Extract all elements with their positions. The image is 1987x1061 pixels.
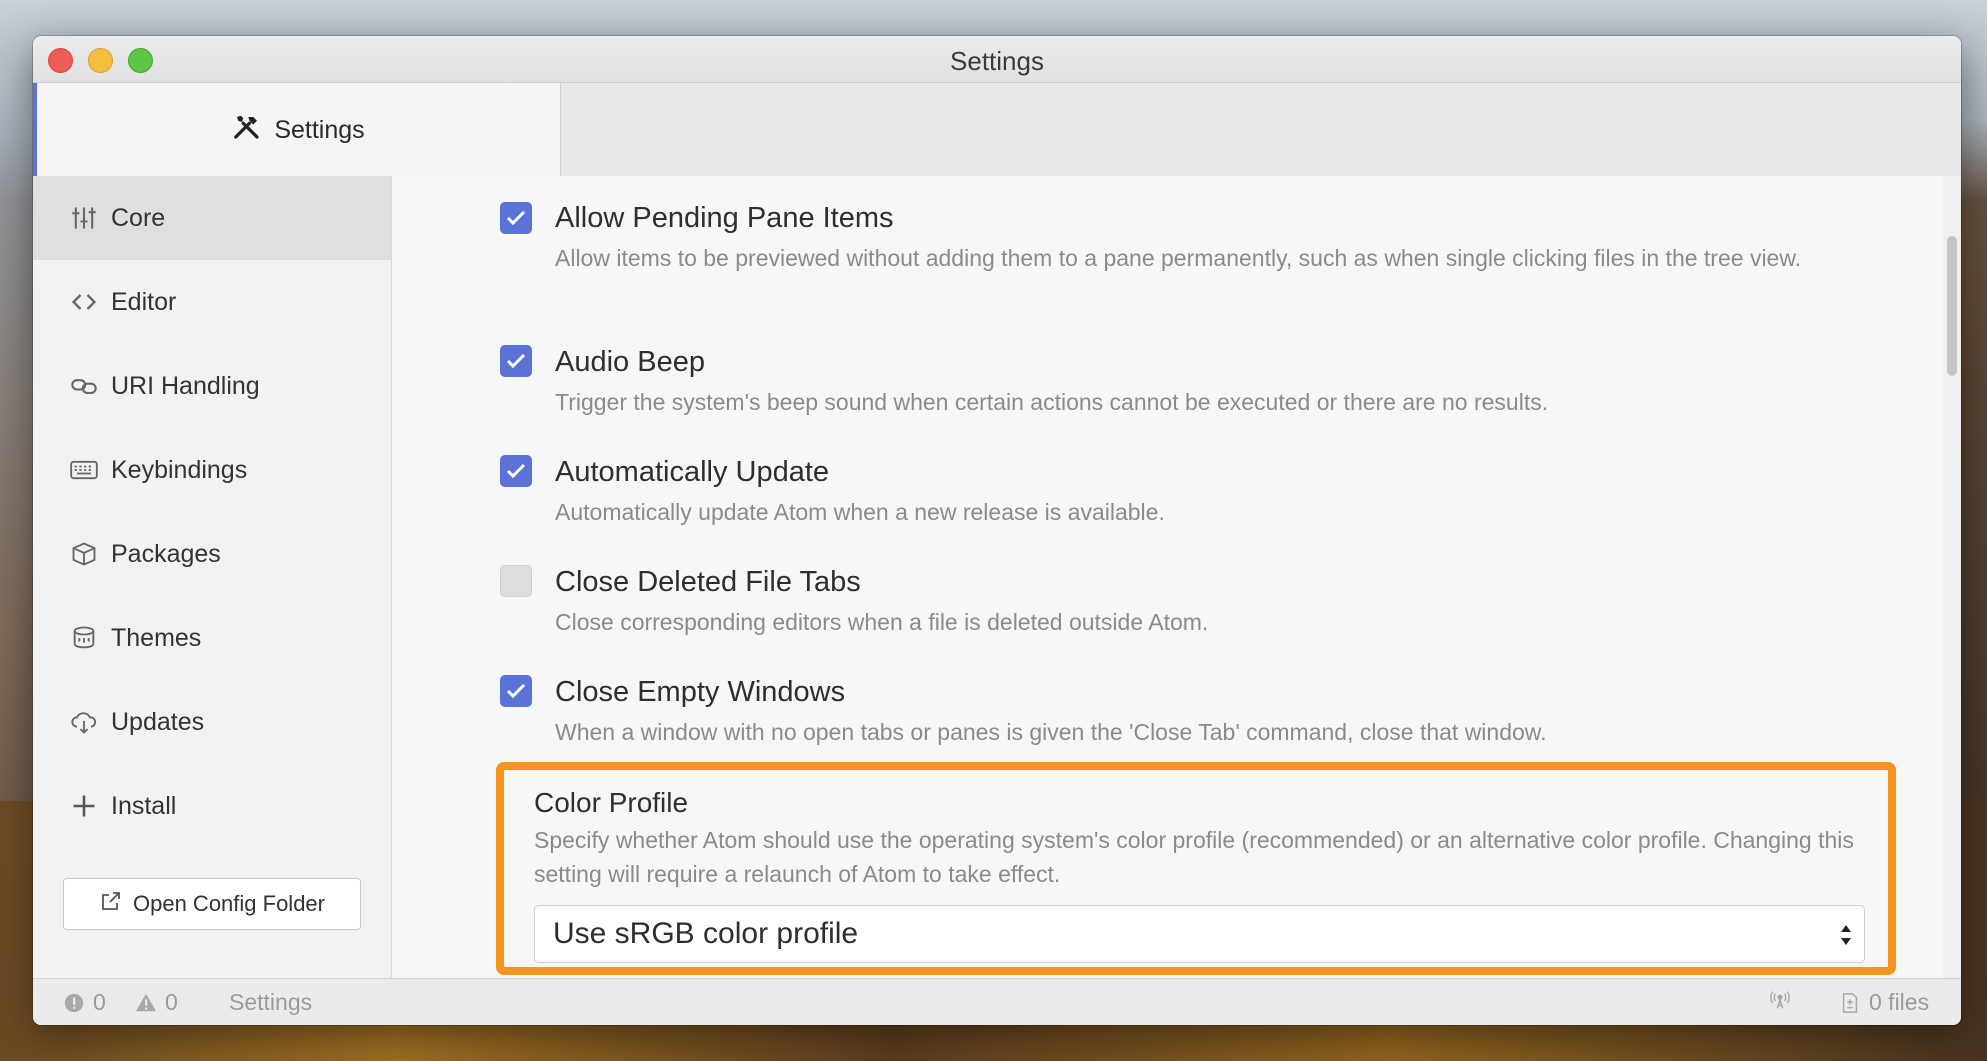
- open-config-folder-button[interactable]: Open Config Folder: [63, 878, 361, 930]
- select-arrows-icon: [1841, 925, 1851, 945]
- warning-count[interactable]: 0: [135, 989, 178, 1016]
- sidebar-item-core[interactable]: Core: [33, 176, 391, 260]
- paintcan-icon: [69, 623, 99, 653]
- error-icon: [64, 993, 84, 1012]
- content-scrollbar[interactable]: [1943, 176, 1961, 978]
- checkbox-audio-beep[interactable]: [500, 345, 532, 377]
- warning-count-value: 0: [165, 989, 178, 1015]
- git-files-count: 0 files: [1869, 989, 1930, 1015]
- setting-description: Allow items to be previewed without addi…: [555, 245, 1802, 271]
- setting-title: Close Empty Windows: [555, 676, 846, 708]
- setting-description: When a window with no open tabs or panes…: [555, 719, 1547, 745]
- checkmark-icon: [506, 210, 526, 226]
- file-diff-icon: [1842, 992, 1858, 1013]
- color-profile-selected-value: Use sRGB color profile: [553, 917, 859, 950]
- setting-description: Automatically update Atom when a new rel…: [555, 499, 1165, 525]
- sidebar-item-label: Core: [111, 203, 166, 232]
- link-icon: [69, 371, 99, 401]
- github-broadcast-icon[interactable]: [1769, 989, 1791, 1011]
- status-title: Settings: [229, 989, 312, 1016]
- status-title-label: Settings: [229, 989, 313, 1015]
- open-config-folder-label: Open Config Folder: [133, 891, 325, 916]
- checkmark-icon: [506, 353, 526, 369]
- setting-description: Close corresponding editors when a file …: [555, 609, 1209, 635]
- color-profile-select[interactable]: Use sRGB color profile: [534, 905, 1865, 963]
- checkmark-icon: [506, 463, 526, 479]
- color-profile-title: Color Profile: [534, 787, 689, 818]
- sidebar-item-label: Updates: [111, 707, 205, 736]
- tools-icon: [232, 112, 262, 149]
- cloud-download-icon: [69, 707, 99, 737]
- error-count[interactable]: 0: [63, 989, 106, 1016]
- setting-description: Trigger the system's beep sound when cer…: [555, 389, 1549, 415]
- sidebar-item-install[interactable]: Install: [33, 764, 391, 848]
- checkmark-icon: [506, 683, 526, 699]
- sliders-icon: [69, 203, 99, 233]
- checkbox-close-deleted-file-tabs[interactable]: [500, 565, 532, 597]
- sidebar-item-packages[interactable]: Packages: [33, 512, 391, 596]
- setting-title: Allow Pending Pane Items: [555, 202, 894, 234]
- checkbox-allow-pending-pane-items[interactable]: [500, 202, 532, 234]
- sidebar-item-keybindings[interactable]: Keybindings: [33, 428, 391, 512]
- settings-sidebar: Core Editor URI Handling Keybindings Pac…: [33, 176, 392, 978]
- sidebar-item-label: Editor: [111, 287, 177, 316]
- tab-bar: Settings: [33, 83, 1961, 177]
- setting-title: Automatically Update: [555, 456, 830, 488]
- settings-panel: Allow Pending Pane Items Allow items to …: [392, 176, 1961, 978]
- setting-title: Close Deleted File Tabs: [555, 566, 861, 598]
- sidebar-item-label: URI Handling: [111, 371, 260, 400]
- scrollbar-thumb[interactable]: [1947, 236, 1957, 376]
- package-icon: [69, 539, 99, 569]
- color-profile-description: Specify whether Atom should use the oper…: [534, 827, 1854, 887]
- sidebar-item-updates[interactable]: Updates: [33, 680, 391, 764]
- sidebar-item-themes[interactable]: Themes: [33, 596, 391, 680]
- title-bar: Settings: [33, 36, 1961, 83]
- git-files-status[interactable]: 0 files: [1839, 989, 1929, 1016]
- plus-icon: [69, 791, 99, 821]
- settings-window: Settings Settings Core Editor URI Handli…: [33, 36, 1961, 1025]
- sidebar-item-editor[interactable]: Editor: [33, 260, 391, 344]
- sidebar-item-label: Install: [111, 791, 177, 820]
- sidebar-item-label: Keybindings: [111, 455, 248, 484]
- error-count-value: 0: [93, 989, 106, 1015]
- tab-settings[interactable]: Settings: [33, 83, 561, 177]
- checkbox-close-empty-windows[interactable]: [500, 675, 532, 707]
- window-title: Settings: [950, 46, 1044, 76]
- sidebar-item-label: Themes: [111, 623, 202, 652]
- keyboard-icon: [69, 455, 99, 485]
- code-icon: [69, 287, 99, 317]
- setting-title: Audio Beep: [555, 346, 705, 378]
- tab-settings-label: Settings: [274, 115, 365, 144]
- warning-icon: [135, 993, 157, 1011]
- checkbox-automatically-update[interactable]: [500, 455, 532, 487]
- external-link-icon: [99, 889, 123, 919]
- status-bar: 0 0 Settings 0 files: [33, 978, 1961, 1025]
- sidebar-item-label: Packages: [111, 539, 221, 568]
- sidebar-item-uri-handling[interactable]: URI Handling: [33, 344, 391, 428]
